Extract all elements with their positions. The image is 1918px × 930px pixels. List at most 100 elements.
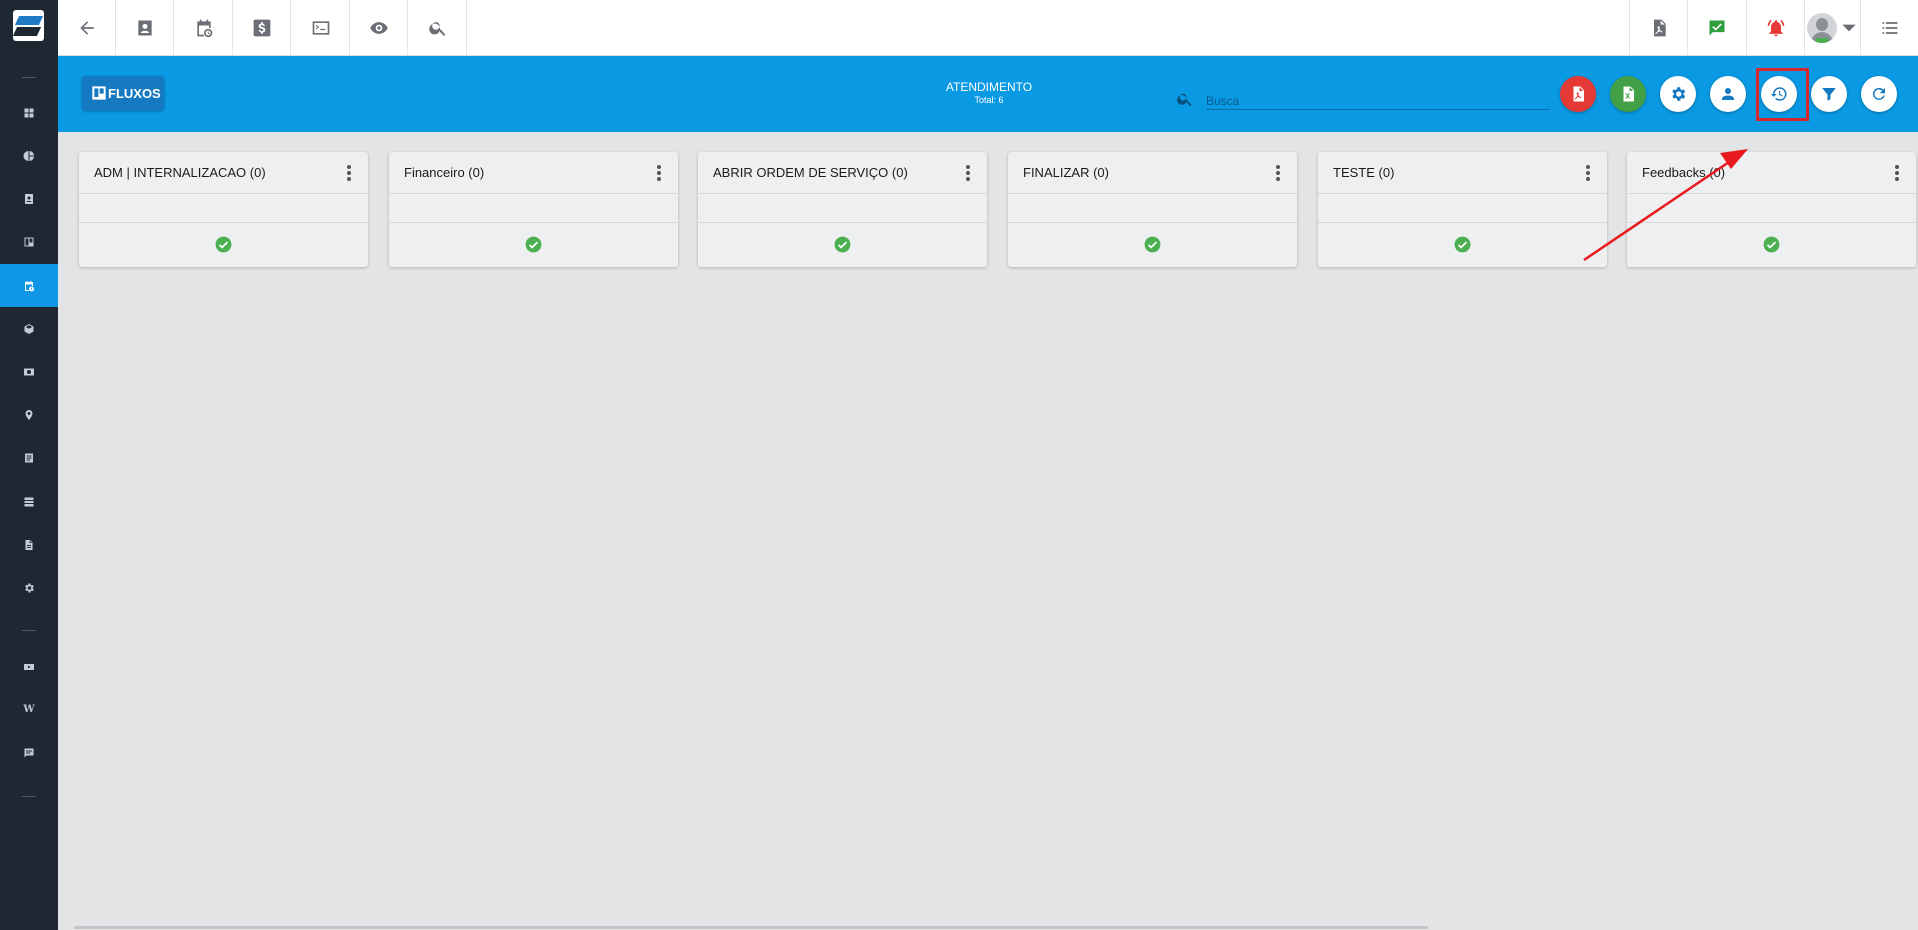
column-title: Financeiro (0) bbox=[404, 165, 485, 180]
settings-button[interactable] bbox=[1660, 76, 1696, 112]
page-header: FLUXOS ATENDIMENTO Total: 6 bbox=[58, 56, 1918, 132]
sidebar-item-list[interactable] bbox=[0, 436, 58, 479]
search-button[interactable] bbox=[409, 0, 467, 55]
youtube-icon bbox=[24, 663, 34, 670]
terminal-icon bbox=[312, 20, 329, 35]
column-header: ADM | INTERNALIZACAO (0) bbox=[79, 152, 368, 194]
export-excel-button[interactable] bbox=[1610, 76, 1646, 112]
chat-check-icon bbox=[1709, 20, 1724, 35]
sidebar: W bbox=[0, 0, 58, 930]
export-pdf-button[interactable] bbox=[1560, 76, 1596, 112]
chevron-down-icon bbox=[1841, 24, 1856, 31]
more-vert-icon[interactable] bbox=[965, 165, 971, 181]
column-header: FINALIZAR (0) bbox=[1008, 152, 1297, 194]
sidebar-item-contacts[interactable] bbox=[0, 177, 58, 220]
more-vert-icon[interactable] bbox=[1585, 165, 1591, 181]
list-doc-icon bbox=[25, 453, 33, 462]
annotation-arrow bbox=[1583, 149, 1748, 262]
top-bar bbox=[58, 0, 1918, 56]
menu-button[interactable] bbox=[1860, 0, 1918, 55]
search-box bbox=[1176, 90, 1556, 112]
check-circle-icon bbox=[1763, 236, 1780, 253]
sidebar-divider bbox=[22, 630, 36, 631]
kanban-column: FINALIZAR (0) bbox=[1008, 152, 1297, 267]
calendar-clock-icon bbox=[196, 19, 212, 37]
column-title: Feedbacks (0) bbox=[1642, 165, 1726, 180]
box-icon bbox=[24, 323, 34, 334]
sidebar-item-atendimento[interactable] bbox=[0, 264, 58, 307]
sidebar-item-dashboard[interactable] bbox=[0, 91, 58, 134]
more-vert-icon[interactable] bbox=[1894, 165, 1900, 181]
sidebar-item-locations[interactable] bbox=[0, 393, 58, 436]
wiki-icon: W bbox=[23, 704, 35, 715]
column-footer[interactable] bbox=[79, 223, 368, 266]
column-body bbox=[698, 194, 987, 223]
list-menu-icon bbox=[1882, 21, 1897, 34]
sidebar-item-settings[interactable] bbox=[0, 566, 58, 609]
terminal-button[interactable] bbox=[292, 0, 350, 55]
contacts-button[interactable] bbox=[116, 0, 174, 55]
view-button[interactable] bbox=[350, 0, 408, 55]
more-vert-icon[interactable] bbox=[1275, 165, 1281, 181]
column-body bbox=[1318, 194, 1607, 223]
money-icon bbox=[24, 368, 34, 375]
horizontal-scrollbar[interactable] bbox=[74, 926, 1428, 929]
user-menu[interactable] bbox=[1804, 0, 1860, 55]
pie-chart-icon bbox=[23, 150, 34, 161]
column-body bbox=[1008, 194, 1297, 223]
refresh-button[interactable] bbox=[1861, 76, 1897, 112]
pdf-file-icon bbox=[1653, 19, 1666, 36]
column-title: FINALIZAR (0) bbox=[1023, 165, 1109, 180]
sidebar-item-messages[interactable] bbox=[0, 731, 58, 774]
alarm-bell-icon bbox=[1767, 19, 1784, 36]
column-footer[interactable] bbox=[1627, 223, 1916, 266]
sidebar-item-servers[interactable] bbox=[0, 480, 58, 523]
app-logo[interactable] bbox=[13, 10, 44, 41]
column-footer[interactable] bbox=[698, 223, 987, 266]
search-icon bbox=[428, 21, 445, 36]
dollar-icon bbox=[253, 19, 270, 36]
alarms-button[interactable] bbox=[1746, 0, 1804, 55]
column-header: ABRIR ORDEM DE SERVIÇO (0) bbox=[698, 152, 987, 194]
kanban-column: Financeiro (0) bbox=[389, 152, 678, 267]
kanban-column: ABRIR ORDEM DE SERVIÇO (0) bbox=[698, 152, 987, 267]
column-footer[interactable] bbox=[1008, 223, 1297, 266]
more-vert-icon[interactable] bbox=[656, 165, 662, 181]
column-title: ADM | INTERNALIZACAO (0) bbox=[94, 165, 266, 180]
sidebar-item-finance[interactable] bbox=[0, 350, 58, 393]
check-circle-icon bbox=[525, 236, 542, 253]
column-footer[interactable] bbox=[389, 223, 678, 266]
sidebar-item-documents[interactable] bbox=[0, 523, 58, 566]
sidebar-item-products[interactable] bbox=[0, 307, 58, 350]
search-input[interactable] bbox=[1206, 92, 1550, 110]
schedule-button[interactable] bbox=[175, 0, 233, 55]
kanban-column: ADM | INTERNALIZACAO (0) bbox=[79, 152, 368, 267]
pdf-export-icon bbox=[1573, 86, 1584, 102]
settings-icon bbox=[1672, 87, 1686, 101]
calendar-clock-icon bbox=[25, 280, 35, 291]
check-circle-icon bbox=[215, 236, 232, 253]
back-arrow-icon bbox=[79, 20, 94, 35]
users-button[interactable] bbox=[1710, 76, 1746, 112]
column-header: Feedbacks (0) bbox=[1627, 152, 1916, 194]
pdf-button[interactable] bbox=[1629, 0, 1687, 55]
filter-button[interactable] bbox=[1811, 76, 1847, 112]
check-circle-icon bbox=[834, 236, 851, 253]
more-vert-icon[interactable] bbox=[346, 165, 352, 181]
column-body bbox=[389, 194, 678, 223]
finance-button[interactable] bbox=[233, 0, 291, 55]
column-footer[interactable] bbox=[1318, 223, 1607, 266]
message-icon bbox=[24, 748, 34, 757]
back-button[interactable] bbox=[58, 0, 116, 55]
sidebar-item-boards[interactable] bbox=[0, 220, 58, 263]
sidebar-item-videos[interactable] bbox=[0, 645, 58, 688]
dashboard-icon bbox=[24, 108, 34, 117]
sidebar-item-wiki[interactable]: W bbox=[0, 688, 58, 731]
sidebar-item-reports[interactable] bbox=[0, 134, 58, 177]
column-body bbox=[1627, 194, 1916, 223]
excel-export-icon bbox=[1623, 86, 1634, 102]
tasks-button[interactable] bbox=[1687, 0, 1745, 55]
column-header: Financeiro (0) bbox=[389, 152, 678, 194]
sidebar-divider bbox=[22, 796, 36, 797]
column-header: TESTE (0) bbox=[1318, 152, 1607, 194]
